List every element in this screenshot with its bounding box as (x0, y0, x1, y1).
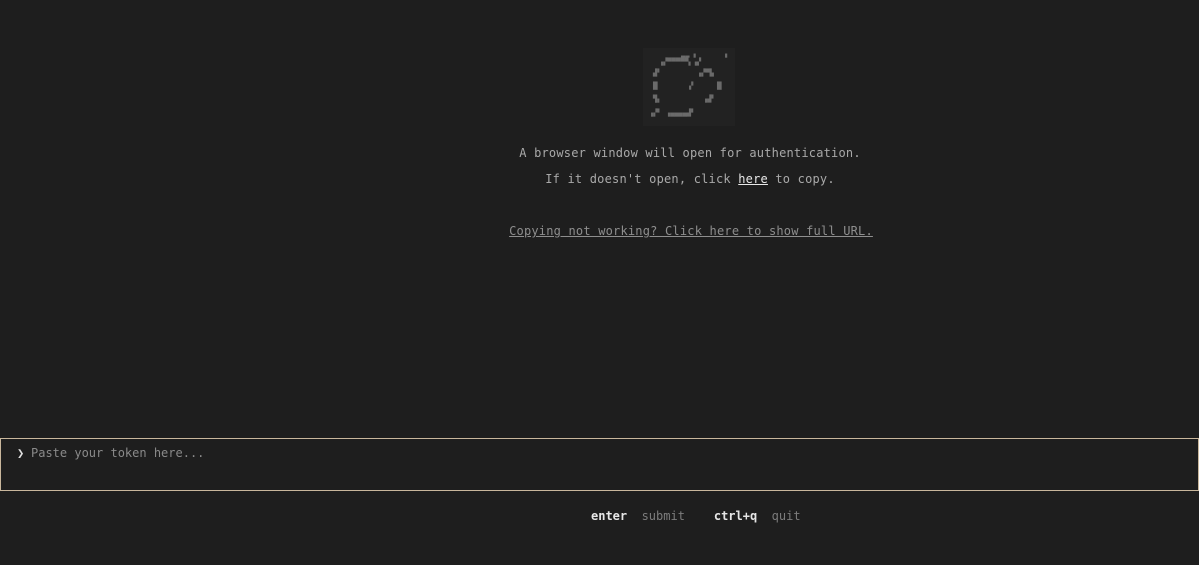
prompt-chevron-icon: ❯ (17, 446, 25, 460)
quit-action: quit (771, 509, 801, 523)
token-input[interactable] (31, 444, 1181, 462)
submit-key: enter (591, 509, 628, 523)
svg-text:▜▖: ▜▖ (652, 94, 661, 103)
svg-text:▂▂ ▖: ▂▂ ▖ (680, 50, 698, 58)
svg-text:▗▞▘ ▗▄▄▄▄▟▘: ▗▞▘ ▗▄▄▄▄▟▘ (649, 108, 695, 117)
copy-here-link[interactable]: here (738, 172, 768, 186)
ascii-art-logo-icon: ▂▂ ▖ ▗ ▗▞▀▀▀▀▀▖▗▞ ▟▘ ▗▞▀▙ █▏ ▗▘ █▏ ▜▖ ▗▟… (643, 48, 735, 126)
keybinding-hints: enter submit ctrl+q quit (591, 509, 801, 523)
svg-text:▗▞▀▀▀▀▀▖▗▞: ▗▞▀▀▀▀▀▖▗▞ (659, 57, 702, 66)
svg-text:▗▟▘: ▗▟▘ (703, 94, 716, 103)
copy-instruction: If it doesn't open, click here to copy. (0, 172, 1199, 186)
quit-key: ctrl+q (713, 509, 758, 523)
auth-screen: ▂▂ ▖ ▗ ▗▞▀▀▀▀▀▖▗▞ ▟▘ ▗▞▀▙ █▏ ▗▘ █▏ ▜▖ ▗▟… (0, 0, 1199, 565)
show-full-url-link[interactable]: Copying not working? Click here to show … (0, 224, 1199, 238)
quit-hint[interactable]: ctrl+q quit (714, 509, 801, 523)
svg-text:█▏: █▏ (652, 81, 661, 90)
svg-text:▗▞▀▙: ▗▞▀▙ (697, 68, 715, 77)
svg-text:▟▘: ▟▘ (652, 68, 661, 77)
svg-text:█▏: █▏ (716, 81, 725, 90)
svg-text:▗▘: ▗▘ (687, 81, 695, 90)
auth-message: A browser window will open for authentic… (519, 146, 861, 160)
submit-hint[interactable]: enter submit (591, 509, 685, 523)
copy-instruction-suffix: to copy. (767, 172, 835, 186)
token-input-box[interactable]: ❯ (0, 438, 1199, 491)
copy-instruction-prefix: If it doesn't open, click (545, 172, 739, 186)
submit-action: submit (641, 509, 685, 523)
svg-text:▗: ▗ (723, 50, 728, 58)
